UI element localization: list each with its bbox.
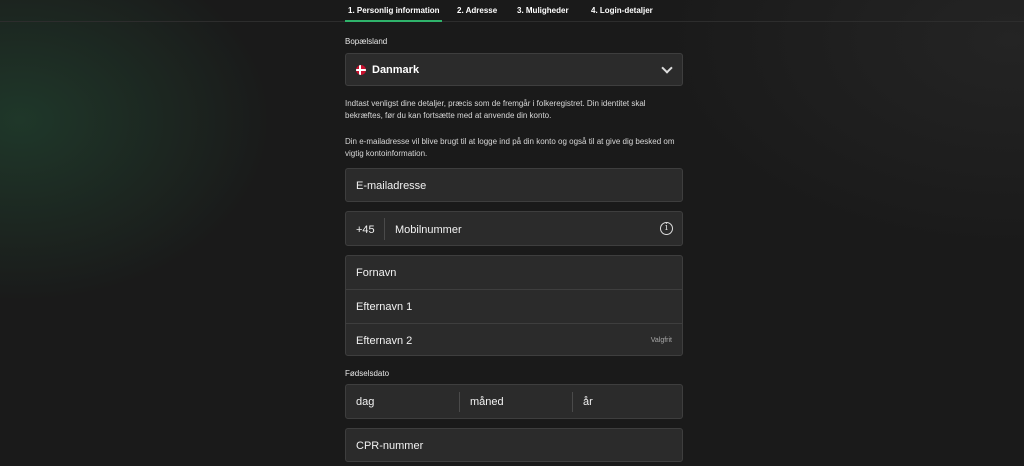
last-name2-field[interactable]: Efternavn 2 Valgfrit — [346, 323, 682, 357]
dob-month-placeholder: måned — [470, 396, 504, 408]
progress-stepper: 1. Personlig information 2. Adresse 3. M… — [0, 0, 1024, 22]
cpr-field[interactable]: CPR-nummer — [345, 428, 683, 462]
identity-info-text: Indtast venligst dine detaljer, præcis s… — [345, 99, 646, 120]
dob-year-placeholder: år — [583, 396, 593, 408]
first-name-field[interactable]: Fornavn — [346, 256, 682, 290]
first-name-placeholder: Fornavn — [356, 267, 397, 279]
country-select[interactable]: Danmark — [345, 53, 683, 86]
step-personal-info[interactable]: 1. Personlig information — [345, 6, 442, 22]
dob-field-group: dag måned år — [345, 384, 683, 419]
chevron-down-icon — [661, 62, 673, 74]
step-login-details[interactable]: 4. Login-detaljer — [591, 6, 653, 15]
last-name1-field[interactable]: Efternavn 1 — [346, 289, 682, 323]
email-field[interactable]: E-mailadresse — [345, 168, 683, 202]
info-icon[interactable]: i — [660, 222, 673, 235]
dob-day-field[interactable]: dag — [346, 385, 459, 418]
phone-prefix[interactable]: +45 — [356, 224, 375, 236]
phone-divider — [384, 218, 385, 240]
step-address[interactable]: 2. Adresse — [457, 6, 497, 15]
phone-placeholder: Mobilnummer — [395, 224, 462, 236]
dob-year-field[interactable]: år — [572, 392, 683, 412]
last-name2-placeholder: Efternavn 2 — [356, 335, 413, 347]
email-info-text: Din e-mailadresse vil blive brugt til at… — [345, 137, 675, 158]
dob-month-field[interactable]: måned — [459, 392, 572, 412]
step-options[interactable]: 3. Muligheder — [517, 6, 569, 15]
country-value: Danmark — [372, 64, 420, 76]
cpr-placeholder: CPR-nummer — [356, 440, 424, 452]
phone-field[interactable]: +45 Mobilnummer i — [345, 211, 683, 246]
name-fields-group: Fornavn Efternavn 1 Efternavn 2 Valgfrit — [345, 255, 683, 356]
last-name1-placeholder: Efternavn 1 — [356, 301, 413, 313]
dob-label: Fødselsdato — [345, 369, 390, 378]
country-label: Bopælsland — [345, 37, 388, 46]
denmark-flag-icon — [356, 65, 366, 75]
email-placeholder: E-mailadresse — [356, 180, 427, 192]
optional-label: Valgfrit — [650, 337, 672, 344]
dob-day-placeholder: dag — [356, 396, 375, 408]
